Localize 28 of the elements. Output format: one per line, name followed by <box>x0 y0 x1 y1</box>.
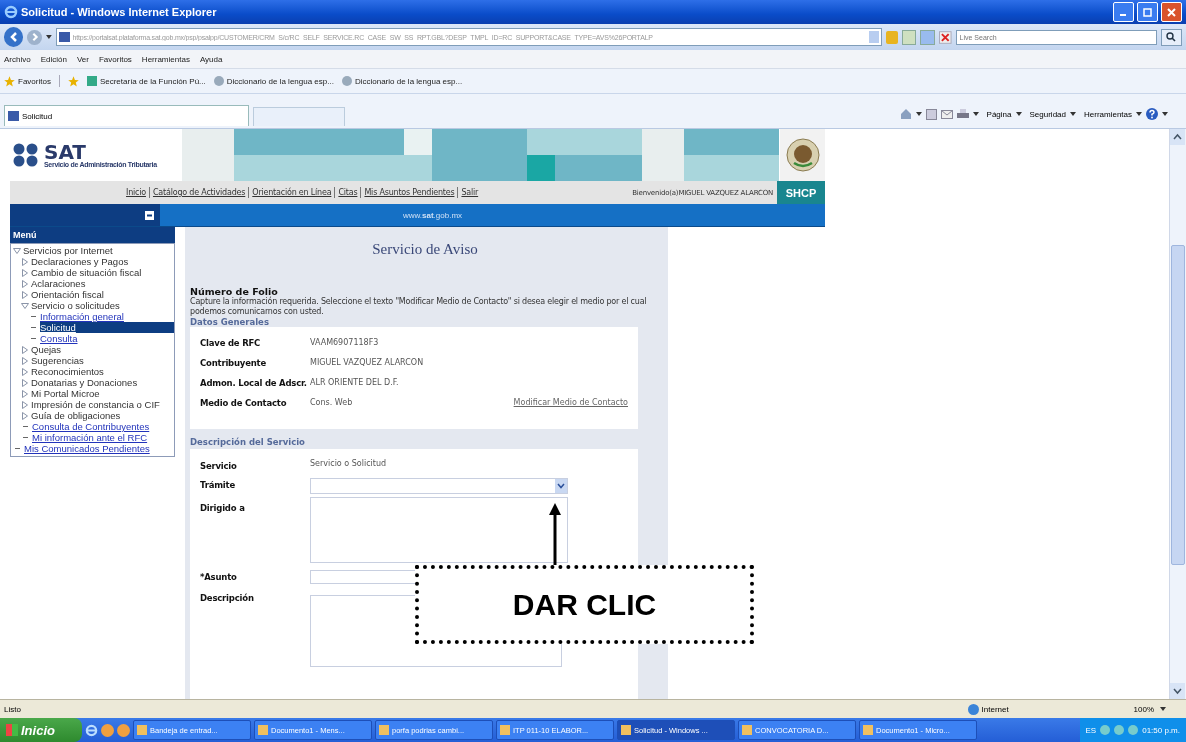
folio-label: Número de Folio <box>190 286 279 297</box>
instructions-text: Capture la información requerida. Seleccione el texto "Modificar Medio de Contacto" si desea elegir el medio por el cual podemos comunicarnos con usted. <box>190 297 648 317</box>
field-label: Servicio <box>200 460 238 471</box>
section-heading: Descripción del Servicio <box>190 437 306 447</box>
site-domain: www.sat.gob.mx <box>401 210 464 220</box>
field-label: *Asunto <box>200 571 238 582</box>
field-value: Servicio o Solicitud <box>310 459 387 468</box>
section-heading: Datos Generales <box>190 317 270 327</box>
field-label: Admon. Local de Adscr. <box>200 377 308 388</box>
logo-text: SAT <box>44 142 86 161</box>
field-label: Dirigido a <box>200 502 246 513</box>
clock: 01:50 p.m. <box>1142 725 1180 735</box>
form-title: Servicio de Aviso <box>371 241 479 258</box>
field-label: Contribuyente <box>200 357 268 368</box>
field-label: Descripción <box>200 592 255 603</box>
shcp-badge: SHCP <box>777 181 825 204</box>
security-zone: Internet <box>967 703 1128 715</box>
menu-title: Menú <box>10 227 175 243</box>
field-value: Cons. Web <box>310 398 353 407</box>
field-label: Trámite <box>200 479 236 490</box>
callout-tooltip: DAR CLIC <box>415 565 754 644</box>
field-value: MIGUEL VAZQUEZ ALARCON <box>310 358 424 367</box>
field-value: VAAM6907118F3 <box>310 338 379 347</box>
window-title: Solicitud - Windows Internet Explorer <box>21 6 217 18</box>
status-text: Listo <box>4 704 21 714</box>
field-value: ALR ORIENTE DEL D.F. <box>310 378 399 387</box>
field-label: Clave de RFC <box>200 337 262 348</box>
field-label: Medio de Contacto <box>200 397 288 408</box>
